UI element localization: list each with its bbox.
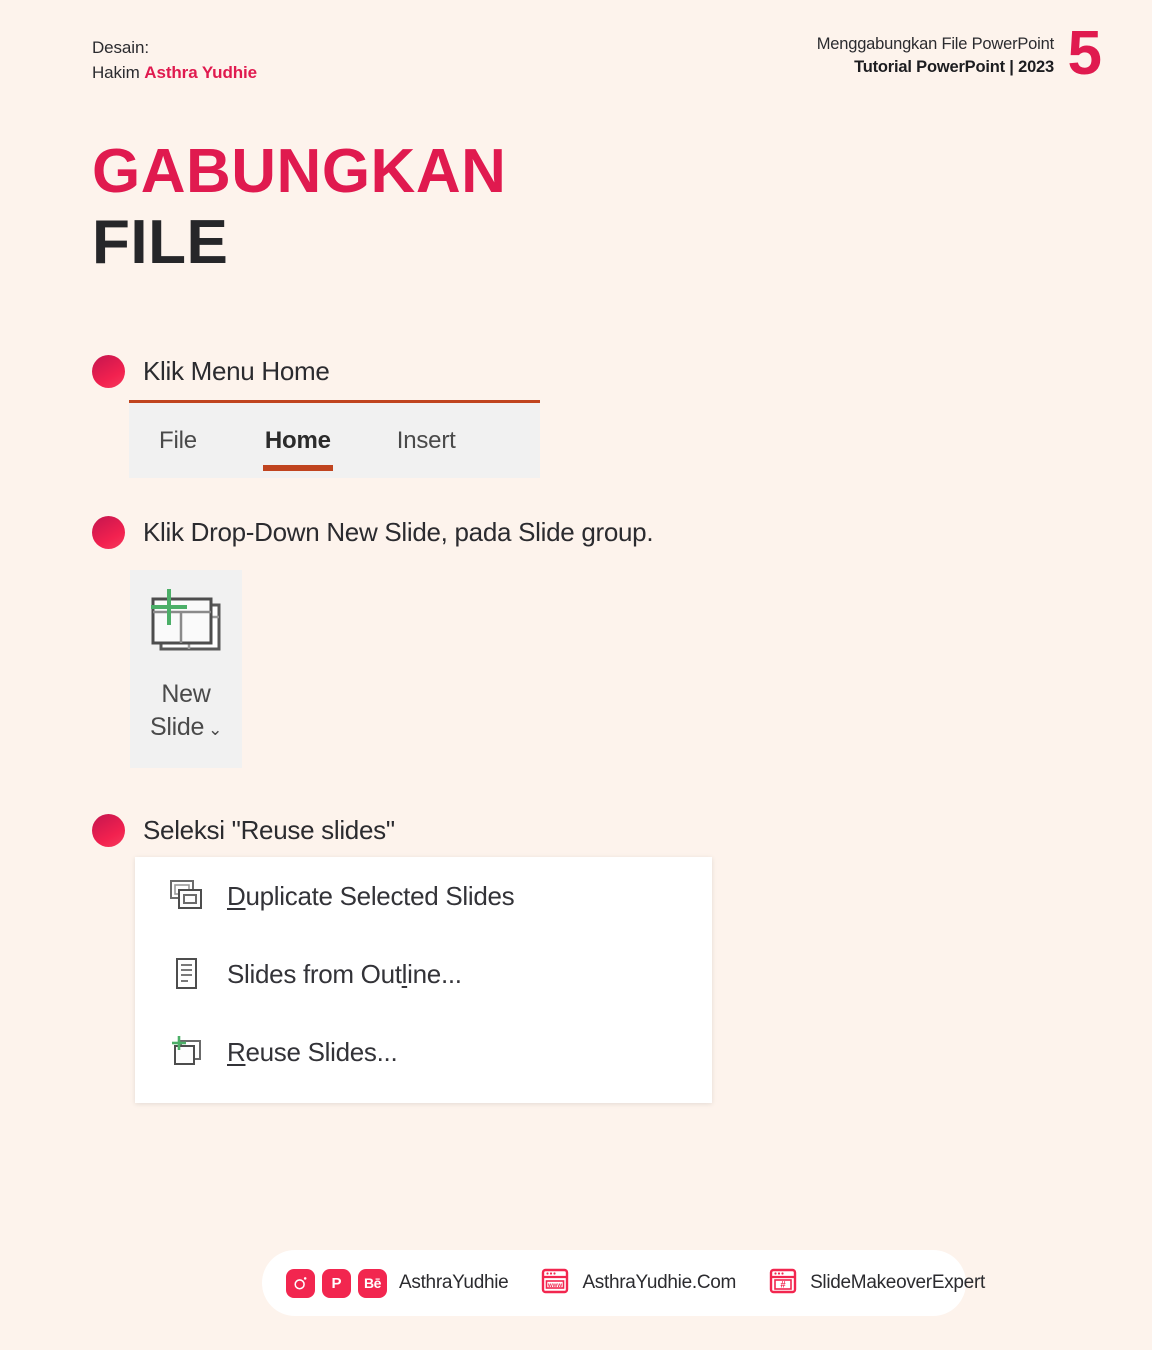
step-3-heading: Seleksi "Reuse slides": [92, 814, 395, 847]
step-1-heading: Klik Menu Home: [92, 355, 330, 388]
new-slide-label: New Slide ⌄: [150, 678, 222, 743]
page-title: GABUNGKAN FILE: [92, 137, 507, 278]
step-3-label: Seleksi "Reuse slides": [143, 815, 395, 845]
menu-accel-d: D: [227, 880, 246, 911]
active-tab-underline: [262, 464, 333, 471]
footer-bar: P Bē AsthraYudhie www AsthraYudhie.Com #…: [262, 1250, 985, 1316]
footer-handle: AsthraYudhie: [399, 1272, 509, 1293]
designer-credit: Desain: Hakim Asthra Yudhie: [92, 36, 257, 85]
instagram-icon[interactable]: [286, 1268, 315, 1298]
browser-window-www-icon: www: [540, 1266, 570, 1301]
menu-item-reuse-slides[interactable]: Reuse Slides...: [135, 1013, 712, 1091]
footer-hashtag: SlideMakeoverExpert: [810, 1272, 985, 1293]
page-number: 5: [1067, 19, 1103, 88]
menu-pre-1: Slides from Out: [227, 958, 402, 989]
ribbon-tab-home-label: Home: [264, 426, 331, 454]
menu-item-duplicate-selected-slides[interactable]: Duplicate Selected Slides: [135, 857, 712, 935]
menu-rest-0: uplicate Selected Slides: [245, 880, 515, 911]
header-topic: Menggabungkan File PowerPoint: [816, 35, 1054, 53]
reuse-slides-icon: [167, 1033, 205, 1071]
new-slide-label-line1: New: [161, 680, 211, 708]
page-title-line2: FILE: [92, 208, 229, 278]
footer-website-group: www AsthraYudhie.Com: [540, 1266, 736, 1301]
svg-text:#: #: [780, 1279, 786, 1290]
bullet-dot-icon: [92, 814, 125, 847]
footer-website: AsthraYudhie.Com: [582, 1272, 737, 1293]
svg-text:www: www: [547, 1282, 562, 1288]
step-2-heading: Klik Drop-Down New Slide, pada Slide gro…: [92, 516, 654, 549]
menu-accel-r: R: [227, 1036, 246, 1067]
step-1-label: Klik Menu Home: [143, 356, 330, 386]
ribbon-tab-file[interactable]: File: [157, 427, 199, 455]
page-title-line1: GABUNGKAN: [92, 137, 507, 206]
browser-window-hash-icon: #: [768, 1266, 798, 1301]
menu-rest-1: ine...: [407, 958, 462, 989]
ribbon-tab-insert[interactable]: Insert: [395, 427, 458, 455]
new-slide-button[interactable]: New Slide ⌄: [130, 570, 242, 768]
header-topic-block: Menggabungkan File PowerPoint Tutorial P…: [817, 33, 1054, 79]
slides-from-outline-icon: [167, 955, 205, 993]
designer-name: Asthra Yudhie: [144, 62, 257, 82]
menu-item-reuse-label: Reuse Slides...: [227, 1036, 398, 1068]
designer-label: Desain:: [92, 38, 149, 57]
chevron-down-icon[interactable]: ⌄: [208, 720, 222, 739]
footer-hashtag-group: # SlideMakeoverExpert: [768, 1266, 985, 1301]
designer-name-prefix: Hakim: [92, 62, 145, 82]
designer-name-line: Hakim Asthra Yudhie: [92, 61, 257, 86]
menu-rest-2: euse Slides...: [245, 1036, 398, 1067]
pinterest-icon[interactable]: P: [322, 1268, 351, 1298]
menu-item-outline-label: Slides from Outline...: [227, 959, 462, 990]
duplicate-slides-icon: [167, 877, 205, 915]
new-slide-label-line2: Slide: [149, 712, 205, 741]
new-slide-icon: [147, 587, 225, 664]
step-2-label: Klik Drop-Down New Slide, pada Slide gro…: [143, 517, 654, 547]
footer-social-group: P Bē AsthraYudhie: [286, 1268, 509, 1298]
slide-page: Desain: Hakim Asthra Yudhie Menggabungka…: [0, 0, 1152, 1350]
menu-item-slides-from-outline[interactable]: Slides from Outline...: [135, 935, 712, 1013]
ribbon-tab-home[interactable]: Home: [262, 426, 333, 471]
social-chip-list: P Bē: [286, 1268, 387, 1298]
new-slide-dropdown-menu: Duplicate Selected Slides Slides from Ou…: [135, 857, 712, 1103]
ribbon-tab-bar: File Home Insert: [129, 400, 540, 478]
behance-icon[interactable]: Bē: [358, 1268, 387, 1298]
header-series: Tutorial PowerPoint | 2023: [854, 58, 1054, 77]
menu-item-duplicate-label: Duplicate Selected Slides: [227, 880, 515, 912]
bullet-dot-icon: [92, 355, 125, 388]
bullet-dot-icon: [92, 516, 125, 549]
